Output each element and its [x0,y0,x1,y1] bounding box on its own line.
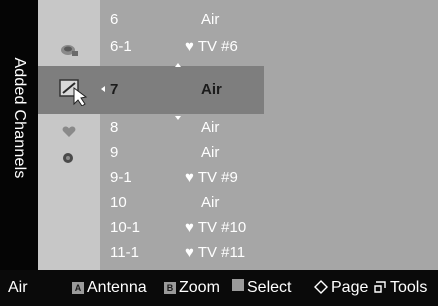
channel-row[interactable]: 10-1 ♥ TV #10 [110,218,410,238]
channel-list-panel: Added Channels 6 Air 6-1 ♥ TV #6 7 Air 8… [0,0,438,270]
channel-number: 10-1 [110,219,141,236]
select-label: Select [247,279,292,296]
sidebar-title: Added Channels [11,57,28,179]
select-key-icon [232,279,244,291]
page-label: Page [331,279,369,296]
channel-name: TV #11 [197,244,246,261]
channel-name-wrap: ♥ TV #9 [185,168,238,188]
channel-name: TV #6 [197,38,238,55]
channel-name: TV #10 [197,219,247,236]
channel-row[interactable]: 6 Air [110,10,410,30]
b-key-icon: B [164,282,176,294]
channel-number: 9-1 [110,169,132,186]
channel-name-wrap: ♥ TV #10 [185,218,246,238]
edit-cursor-icon[interactable] [58,76,90,106]
channel-number: 6 [110,11,119,28]
left-arrow-icon [101,86,105,92]
channel-name-wrap: ♥ TV #6 [185,37,238,57]
zoom-button[interactable]: B Zoom [164,270,220,306]
lock-icon[interactable] [62,150,74,164]
channel-row[interactable]: 6-1 ♥ TV #6 [110,37,410,57]
tools-icon [374,281,386,293]
page-diamond-icon [314,280,328,294]
antenna-value: Air [8,279,28,296]
tools-button[interactable]: Tools [373,270,427,306]
channel-row-selected[interactable]: 7 Air [110,80,410,100]
channel-name: Air [201,81,222,98]
antenna-label: Antenna [87,279,147,296]
channel-number: 10 [110,194,127,211]
sidebar: Added Channels [0,0,38,270]
channel-row[interactable]: 8 Air [110,118,410,138]
select-button[interactable]: Select [232,270,291,306]
channel-row[interactable]: 9-1 ♥ TV #9 [110,168,410,188]
channel-name: Air [201,119,220,136]
a-key-icon: A [72,282,84,294]
channel-name: Air [201,144,220,161]
channel-name: TV #9 [197,169,238,186]
favorite-heart-icon: ♥ [185,169,194,186]
scroll-up-arrow-icon [175,63,181,67]
channel-name: Air [201,11,220,28]
antenna-icon[interactable] [58,40,80,58]
antenna-button[interactable]: A Antenna [72,270,147,306]
tools-label: Tools [390,279,428,296]
channel-number: 7 [110,81,119,98]
channel-name-wrap: ♥ TV #11 [185,243,245,263]
footer-bar: Air A Antenna B Zoom Select Page Tools [0,270,438,306]
favorite-heart-icon: ♥ [185,244,194,261]
channel-row[interactable]: 10 Air [110,193,410,213]
favorite-heart-icon[interactable] [62,126,76,138]
channel-number: 9 [110,144,119,161]
channel-row[interactable]: 11-1 ♥ TV #11 [110,243,410,263]
zoom-label: Zoom [179,279,220,296]
channel-name: Air [201,194,220,211]
channel-list-screen: Added Channels 6 Air 6-1 ♥ TV #6 7 Air 8… [0,0,438,306]
page-button[interactable]: Page [314,270,368,306]
favorite-heart-icon: ♥ [185,219,194,236]
channel-number: 8 [110,119,119,136]
channel-number: 11-1 [110,244,139,261]
channel-row[interactable]: 9 Air [110,143,410,163]
favorite-heart-icon: ♥ [185,38,194,55]
channel-number: 6-1 [110,38,132,55]
